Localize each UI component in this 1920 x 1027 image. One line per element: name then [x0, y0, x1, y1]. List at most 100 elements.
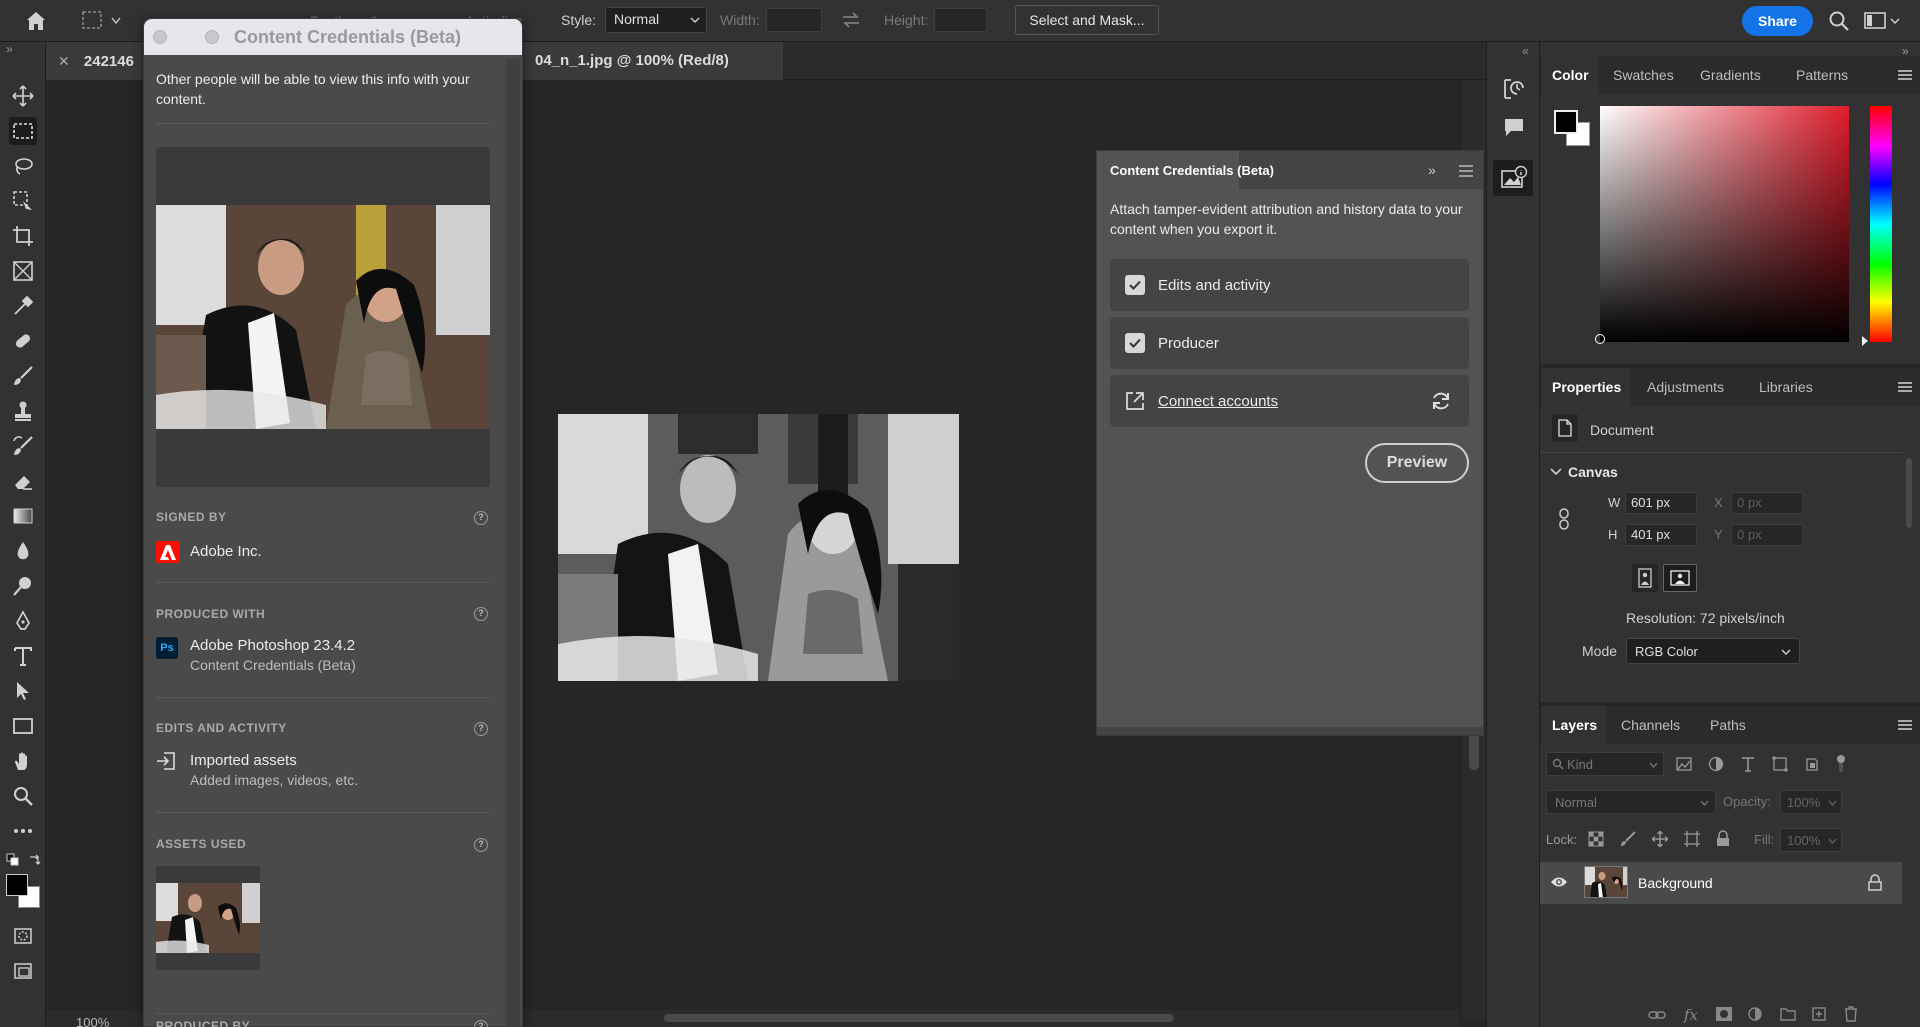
tab-libraries[interactable]: Libraries — [1759, 368, 1813, 406]
color-panel-menu-icon[interactable] — [1898, 70, 1912, 80]
home-icon[interactable] — [24, 9, 48, 33]
link-layers-icon[interactable] — [1648, 1008, 1666, 1022]
workspace-icon[interactable] — [1864, 11, 1900, 31]
tab-adjustments[interactable]: Adjustments — [1647, 368, 1724, 406]
portrait-orientation-button[interactable] — [1632, 564, 1658, 592]
fg-color-chip[interactable] — [1554, 110, 1578, 134]
filter-adjustment-icon[interactable] — [1708, 756, 1724, 772]
canvas-x-input[interactable]: 0 px — [1731, 492, 1803, 514]
canvas-width-input[interactable]: 601 px — [1625, 492, 1697, 514]
hue-slider-handle[interactable] — [1862, 336, 1868, 346]
collapse-panel-icon[interactable]: » — [1428, 162, 1436, 178]
layer-row[interactable]: Background — [1540, 862, 1902, 904]
new-group-icon[interactable] — [1780, 1007, 1796, 1021]
frame-tool-icon[interactable] — [9, 257, 37, 285]
rectangular-marquee-tool-icon[interactable] — [9, 117, 37, 145]
panel-scrollbar[interactable] — [506, 59, 520, 1027]
layer-kind-filter[interactable]: Kind — [1546, 752, 1664, 776]
brush-tool-icon[interactable] — [9, 362, 37, 390]
pen-tool-icon[interactable] — [9, 607, 37, 635]
delete-layer-icon[interactable] — [1844, 1006, 1858, 1022]
dodge-tool-icon[interactable] — [9, 572, 37, 600]
zoom-level[interactable]: 100% — [76, 1015, 109, 1027]
fill-input[interactable]: 100% — [1780, 828, 1842, 852]
visibility-eye-icon[interactable] — [1550, 875, 1568, 889]
canvas-height-input[interactable]: 401 px — [1625, 524, 1697, 546]
layers-panel-menu-icon[interactable] — [1898, 720, 1912, 730]
signed-by-help-icon[interactable]: ? — [474, 511, 488, 525]
lock-transparent-icon[interactable] — [1588, 831, 1604, 847]
mode-select[interactable]: RGB Color — [1626, 638, 1800, 664]
filter-shape-icon[interactable] — [1772, 756, 1788, 772]
panel-resize-handle[interactable] — [1097, 727, 1483, 735]
document-tab-title[interactable]: 04_n_1.jpg @ 100% (Red/8) — [523, 42, 783, 80]
foreground-color-swatch[interactable] — [6, 874, 28, 896]
opacity-input[interactable]: 100% — [1780, 790, 1842, 814]
hand-tool-icon[interactable] — [9, 747, 37, 775]
tab-color[interactable]: Color — [1542, 56, 1599, 94]
more-tools-icon[interactable] — [9, 817, 37, 845]
eraser-tool-icon[interactable] — [9, 467, 37, 495]
filter-pixel-icon[interactable] — [1676, 756, 1692, 772]
link-dimensions-icon[interactable] — [1558, 508, 1570, 530]
lock-pixels-icon[interactable] — [1620, 831, 1636, 847]
canvas-section-title[interactable]: Canvas — [1568, 464, 1618, 480]
content-credentials-panel-icon[interactable] — [1493, 160, 1533, 196]
edits-activity-help-icon[interactable]: ? — [474, 722, 488, 736]
healing-brush-tool-icon[interactable] — [9, 327, 37, 355]
color-field[interactable] — [1595, 106, 1849, 344]
produced-with-help-icon[interactable]: ? — [474, 607, 488, 621]
landscape-orientation-button[interactable] — [1663, 564, 1697, 592]
crop-tool-icon[interactable] — [9, 222, 37, 250]
canvas-section-chevron-icon[interactable] — [1550, 468, 1562, 476]
window-titlebar[interactable]: Content Credentials (Beta) — [144, 19, 522, 55]
screen-mode-icon[interactable] — [9, 957, 37, 985]
document-canvas-image[interactable] — [558, 414, 959, 681]
edits-activity-checkbox[interactable] — [1125, 275, 1145, 295]
producer-checkbox[interactable] — [1125, 333, 1145, 353]
path-selection-tool-icon[interactable] — [9, 677, 37, 705]
assets-used-help-icon[interactable]: ? — [474, 838, 488, 852]
zoom-tool-icon[interactable] — [9, 782, 37, 810]
collapse-dock-icon[interactable]: « — [1522, 44, 1529, 58]
new-adjustment-layer-icon[interactable] — [1748, 1007, 1762, 1021]
panel-menu-icon[interactable] — [1459, 165, 1473, 177]
lock-all-icon[interactable] — [1716, 830, 1730, 847]
properties-panel-menu-icon[interactable] — [1898, 382, 1912, 392]
tab-swatches[interactable]: Swatches — [1613, 56, 1674, 94]
search-icon[interactable] — [1828, 10, 1850, 32]
preview-button[interactable]: Preview — [1365, 443, 1469, 483]
new-layer-icon[interactable] — [1812, 1007, 1826, 1021]
width-input[interactable] — [766, 8, 822, 32]
gradient-tool-icon[interactable] — [9, 502, 37, 530]
color-field-picker[interactable] — [1595, 334, 1605, 344]
close-tab-icon[interactable]: ✕ — [58, 53, 70, 69]
tab-patterns[interactable]: Patterns — [1796, 56, 1848, 94]
collapse-toolbar-icon[interactable]: » — [6, 42, 13, 56]
horizontal-scrollbar-thumb[interactable] — [664, 1014, 1174, 1022]
filter-type-icon[interactable] — [1740, 756, 1756, 772]
window-close-button[interactable] — [153, 30, 167, 44]
window-minimize-button[interactable] — [205, 30, 219, 44]
marquee-preset-icon[interactable] — [82, 10, 122, 32]
select-and-mask-button[interactable]: Select and Mask... — [1015, 5, 1159, 35]
style-select[interactable]: Normal — [605, 7, 707, 33]
produced-by-help-icon[interactable]: ? — [474, 1020, 488, 1027]
move-tool-icon[interactable] — [9, 82, 37, 110]
connect-accounts-link[interactable]: Connect accounts — [1158, 393, 1278, 410]
filter-smart-object-icon[interactable] — [1804, 756, 1820, 772]
default-colors-icon[interactable] — [6, 853, 20, 867]
canvas-y-input[interactable]: 0 px — [1731, 524, 1803, 546]
properties-scrollbar-thumb[interactable] — [1906, 458, 1912, 528]
history-panel-icon[interactable] — [1501, 76, 1527, 102]
tab-channels[interactable]: Channels — [1621, 706, 1680, 744]
height-input[interactable] — [934, 8, 987, 32]
rectangle-tool-icon[interactable] — [9, 712, 37, 740]
blur-tool-icon[interactable] — [9, 537, 37, 565]
clone-stamp-tool-icon[interactable] — [9, 397, 37, 425]
tab-paths[interactable]: Paths — [1710, 706, 1746, 744]
history-brush-tool-icon[interactable] — [9, 432, 37, 460]
tab-properties[interactable]: Properties — [1542, 368, 1632, 406]
document-tab[interactable]: ✕ 242146 — [46, 42, 146, 80]
quick-mask-icon[interactable] — [9, 922, 37, 950]
